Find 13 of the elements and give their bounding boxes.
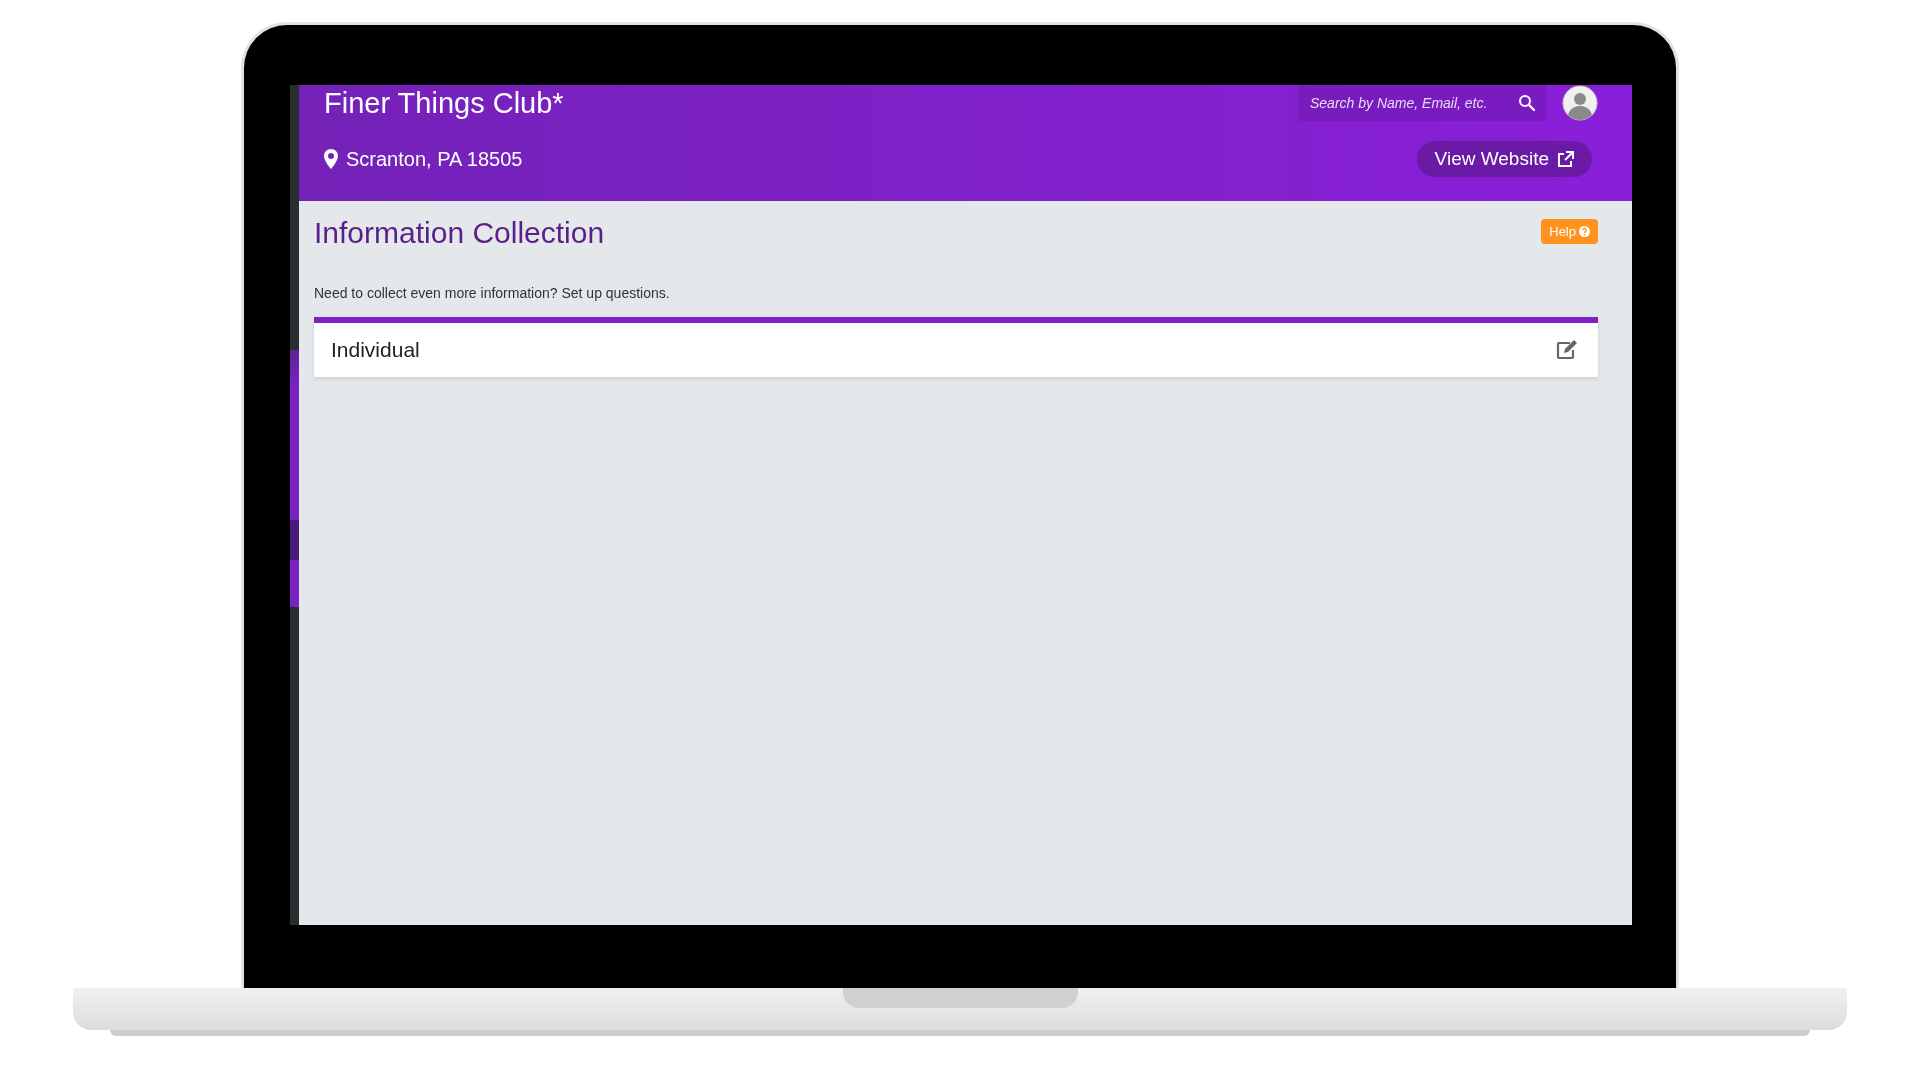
search-icon[interactable]: [1518, 94, 1536, 112]
edit-icon[interactable]: [1556, 340, 1578, 360]
location-text: Scranton, PA 18505: [346, 147, 523, 171]
avatar-icon[interactable]: [1562, 85, 1598, 121]
page-heading: Information Collection: [314, 215, 605, 251]
question-icon: [1579, 226, 1590, 237]
description-text: Need to collect even more information? Set up questions.: [314, 285, 671, 301]
card[interactable]: Individual: [314, 317, 1598, 377]
map-pin-icon: [324, 149, 338, 169]
club-name: Finer Things Club*: [324, 86, 565, 121]
view-website-button[interactable]: View Website: [1416, 141, 1592, 177]
card-title: Individual: [331, 338, 420, 362]
external-link-icon: [1557, 150, 1574, 168]
